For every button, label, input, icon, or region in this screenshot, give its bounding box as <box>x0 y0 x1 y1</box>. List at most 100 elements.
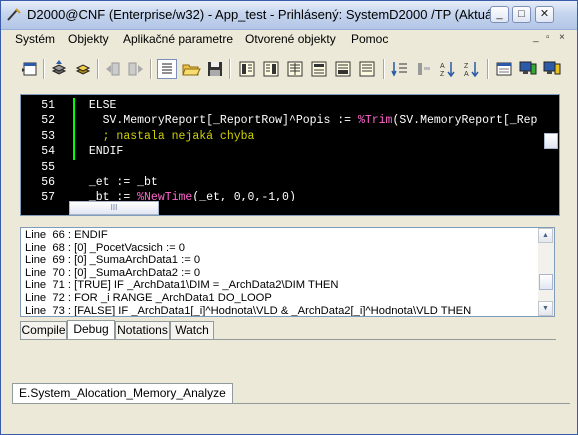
code-line: 55 <box>21 160 543 175</box>
menu-item-objects[interactable]: Objekty <box>68 32 109 46</box>
menu-item-help[interactable]: Pomoc <box>351 32 388 46</box>
debug-line: Line 73 : [FALSE] IF _ArchData1[_i]^Hodn… <box>25 304 472 317</box>
debug-line: Line 66 : ENDIF <box>25 229 108 241</box>
sort-za-icon[interactable]: ZA <box>462 59 482 79</box>
list-icon[interactable] <box>157 59 177 79</box>
forward-icon[interactable] <box>126 59 146 79</box>
grid2-icon[interactable] <box>261 59 281 79</box>
line-number: 52 <box>41 114 55 128</box>
menu-item-app-parameters[interactable]: Aplikačné parametre <box>123 32 233 46</box>
tab-object[interactable]: E.System_Alocation_Memory_Analyze <box>12 383 233 403</box>
code-line: 52 SV.MemoryReport[_ReportRow]^Popis := … <box>21 113 543 128</box>
code-lines: 51 ELSE 52 SV.MemoryReport[_ReportRow]^Po… <box>21 98 543 206</box>
tab-notations[interactable]: Notations <box>115 321 170 339</box>
debug-scroll-thumb[interactable] <box>539 274 553 290</box>
title-bar[interactable]: D2000@CNF (Enterprise/w32) - App_test - … <box>1 1 577 30</box>
editor-horizontal-scrollbar[interactable]: III <box>21 201 559 215</box>
grid6-icon[interactable] <box>357 59 377 79</box>
grid5-icon[interactable] <box>333 59 353 79</box>
monitor-yellow-icon[interactable] <box>542 59 562 79</box>
code-token: %Trim <box>357 114 393 128</box>
code-token: ELSE <box>88 99 117 112</box>
debug-line: Line 69 : [0] _SumaArchData1 := 0 <box>25 254 201 267</box>
debug-output[interactable]: Line 66 : ENDIF Line 68 : [0] _PocetVacsi… <box>20 227 555 317</box>
svg-text:Z: Z <box>464 63 469 70</box>
toolbar: AZ ZA <box>5 56 575 84</box>
code-text: ELSE <box>75 98 117 113</box>
close-icon: ✕ <box>539 8 550 20</box>
code-token: (SV.MemoryReport[_Rep <box>392 114 538 128</box>
line-number: 55 <box>41 160 55 174</box>
debug-line: Line 71 : [TRUE] IF _ArchData1\DIM = _Ar… <box>25 279 339 292</box>
open-folder-icon[interactable] <box>181 59 201 79</box>
code-token: ENDIF <box>88 145 124 159</box>
code-text: ; nastala nejaká chyba <box>75 129 255 144</box>
stack-up-icon[interactable] <box>49 59 69 79</box>
main-window: D2000@CNF (Enterprise/w32) - App_test - … <box>0 0 578 435</box>
object-tabs: E.System_Alocation_Memory_Analyze <box>12 383 570 404</box>
sort-bar-icon[interactable] <box>414 59 434 79</box>
splitter[interactable] <box>5 218 575 225</box>
tab-debug[interactable]: Debug <box>67 320 115 340</box>
grid4-icon[interactable] <box>309 59 329 79</box>
scroll-up-icon[interactable]: ▲ <box>538 228 553 243</box>
menu-item-open-objects[interactable]: Otvorené objekty <box>245 32 336 46</box>
line-number: 54 <box>41 145 55 159</box>
debug-lines: Line 66 : ENDIF Line 68 : [0] _PocetVacsi… <box>21 229 537 317</box>
toolbar-separator <box>43 59 45 79</box>
grid3-icon[interactable] <box>285 59 305 79</box>
code-line: 51 ELSE <box>21 98 543 113</box>
sort-az-icon[interactable]: AZ <box>438 59 458 79</box>
mdi-close-button[interactable]: × <box>559 32 565 43</box>
minimize-button[interactable]: _ <box>490 6 509 23</box>
debug-vertical-scrollbar[interactable]: ▲ ▼ <box>538 228 554 316</box>
svg-text:A: A <box>464 71 469 78</box>
window-title: D2000@CNF (Enterprise/w32) - App_test - … <box>27 7 509 22</box>
code-line: 56 _et := _bt <box>21 175 543 190</box>
maximize-button[interactable]: □ <box>512 6 531 23</box>
code-token: _et := _bt <box>88 175 158 189</box>
app-icon <box>7 8 21 21</box>
tab-watch[interactable]: Watch <box>170 321 214 339</box>
object-tab-divider <box>12 403 570 404</box>
minimize-icon: _ <box>496 8 503 20</box>
toolbar-separator <box>150 59 152 79</box>
code-text: ENDIF <box>75 144 124 159</box>
maximize-icon: □ <box>518 8 525 20</box>
back-icon[interactable] <box>103 59 123 79</box>
close-button[interactable]: ✕ <box>535 6 554 23</box>
editor-vertical-scrollbar[interactable] <box>543 95 559 201</box>
debug-line: Line 68 : [0] _PocetVacsich := 0 <box>25 241 185 254</box>
line-number: 56 <box>41 175 55 189</box>
editor-scroll-thumb[interactable] <box>544 133 558 149</box>
code-line: 53 ; nastala nejaká chyba <box>21 129 543 144</box>
save-icon[interactable] <box>205 59 225 79</box>
code-text: _et := _bt <box>75 175 158 190</box>
grid1-icon[interactable] <box>237 59 257 79</box>
code-line: 54 ENDIF <box>21 144 543 159</box>
toolbar-separator <box>229 59 231 79</box>
editor-hscroll-thumb[interactable]: III <box>69 201 159 215</box>
svg-text:A: A <box>440 63 445 70</box>
calendar-icon[interactable] <box>494 59 514 79</box>
sort-down-icon[interactable] <box>390 59 410 79</box>
window-list-icon[interactable] <box>20 59 40 79</box>
mdi-restore-button[interactable]: ▫ <box>546 32 550 43</box>
code-token: SV.MemoryReport[_ReportRow]^Popis := <box>102 114 358 128</box>
tab-compile[interactable]: Compile <box>20 321 67 339</box>
debug-line: Line 70 : [0] _SumaArchData2 := 0 <box>25 266 201 279</box>
block-marker <box>73 98 75 160</box>
toolbar-separator <box>97 59 99 79</box>
toolbar-separator <box>487 59 489 79</box>
debug-line: Line 72 : FOR _i RANGE _ArchData1 DO_LOO… <box>25 291 272 304</box>
code-editor[interactable]: 51 ELSE 52 SV.MemoryReport[_ReportRow]^Po… <box>20 94 560 216</box>
menu-bar: Systém Objekty Aplikačné parametre Otvor… <box>1 30 577 48</box>
scroll-down-icon[interactable]: ▼ <box>538 301 553 316</box>
tab-divider <box>20 339 556 340</box>
menu-item-system[interactable]: Systém <box>15 32 55 46</box>
mdi-minimize-button[interactable]: _ <box>533 32 539 43</box>
stack-yellow-icon[interactable] <box>73 59 93 79</box>
monitor-green-icon[interactable] <box>518 59 538 79</box>
svg-text:Z: Z <box>440 71 445 78</box>
toolbar-separator <box>383 59 385 79</box>
